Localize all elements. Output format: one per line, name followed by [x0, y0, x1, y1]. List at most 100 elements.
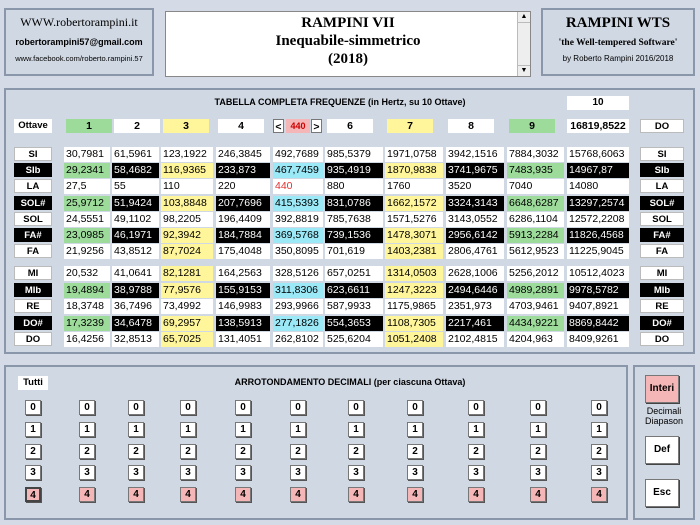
title-scrollbar[interactable]: ▲ ▼ [517, 12, 530, 76]
round-col2-4-button[interactable]: 4 [128, 487, 144, 502]
round-col5-4-button[interactable]: 4 [290, 487, 306, 502]
freq-cell: 73,4992 [161, 299, 213, 314]
round-col7-1-button[interactable]: 1 [407, 422, 423, 437]
round-col9-1-button[interactable]: 1 [530, 422, 546, 437]
round-col5-3-button[interactable]: 3 [290, 465, 306, 480]
octave-count-field[interactable]: 10 [567, 96, 629, 110]
round-col3-1-button[interactable]: 1 [180, 422, 196, 437]
round-col9-4-button[interactable]: 4 [530, 487, 546, 502]
round-col10-1-button[interactable]: 1 [591, 422, 607, 437]
round-col8-0-button[interactable]: 0 [468, 400, 484, 415]
round-col4-2-button[interactable]: 2 [235, 444, 251, 459]
round-col9-2-button[interactable]: 2 [530, 444, 546, 459]
round-col2-2-button[interactable]: 2 [128, 444, 144, 459]
round-col6-2-button[interactable]: 2 [348, 444, 364, 459]
title-line3: (2018) [328, 51, 368, 67]
note-label-left: MIb [14, 283, 52, 297]
note-label-right: MI [640, 266, 684, 280]
round-col3-4-button[interactable]: 4 [180, 487, 196, 502]
round-col8-1-button[interactable]: 1 [468, 422, 484, 437]
round-col8-2-button[interactable]: 2 [468, 444, 484, 459]
round-col8-4-button[interactable]: 4 [468, 487, 484, 502]
freq-cell: 4434,9221 [507, 316, 564, 331]
freq-cell: 17,3239 [64, 316, 110, 331]
round-col7-3-button[interactable]: 3 [407, 465, 423, 480]
freq-cell: 9978,5782 [567, 283, 629, 298]
freq-cell: 1571,5276 [385, 212, 443, 227]
tutti-label: Tutti [18, 376, 48, 390]
freq-cell: 8409,9261 [567, 332, 629, 347]
round-col5-0-button[interactable]: 0 [290, 400, 306, 415]
octave-header-6: 6 [327, 119, 373, 133]
freq-cell: 467,7459 [273, 163, 323, 178]
facebook-link[interactable]: www.facebook.com/roberto.rampini.57 [6, 54, 152, 63]
round-col1-4-button[interactable]: 4 [79, 487, 95, 502]
scroll-down-arrow-icon[interactable]: ▼ [518, 65, 530, 76]
diapason-prev-button[interactable]: < [273, 119, 284, 133]
freq-cell: 116,9365 [161, 163, 213, 178]
freq-cell: 18,3748 [64, 299, 110, 314]
round-all-1-button[interactable]: 1 [25, 422, 41, 437]
round-col7-2-button[interactable]: 2 [407, 444, 423, 459]
scroll-up-arrow-icon[interactable]: ▲ [518, 12, 530, 23]
email-link[interactable]: robertorampini57@gmail.com [6, 37, 152, 47]
round-col1-1-button[interactable]: 1 [79, 422, 95, 437]
round-col5-2-button[interactable]: 2 [290, 444, 306, 459]
freq-cell: 1175,9865 [385, 299, 443, 314]
round-col10-4-button[interactable]: 4 [591, 487, 607, 502]
round-col10-0-button[interactable]: 0 [591, 400, 607, 415]
round-col3-0-button[interactable]: 0 [180, 400, 196, 415]
round-col6-3-button[interactable]: 3 [348, 465, 364, 480]
round-col4-3-button[interactable]: 3 [235, 465, 251, 480]
interi-button[interactable]: Interi [645, 375, 679, 403]
brand-credit: by Roberto Rampini 2016/2018 [562, 54, 674, 63]
round-col8-3-button[interactable]: 3 [468, 465, 484, 480]
round-col9-0-button[interactable]: 0 [530, 400, 546, 415]
freq-cell: 2351,973 [446, 299, 504, 314]
round-col10-2-button[interactable]: 2 [591, 444, 607, 459]
round-col2-3-button[interactable]: 3 [128, 465, 144, 480]
round-col7-0-button[interactable]: 0 [407, 400, 423, 415]
def-button[interactable]: Def [645, 436, 679, 464]
round-col10-3-button[interactable]: 3 [591, 465, 607, 480]
round-col5-1-button[interactable]: 1 [290, 422, 306, 437]
round-all-2-button[interactable]: 2 [25, 444, 41, 459]
round-col6-1-button[interactable]: 1 [348, 422, 364, 437]
round-col9-3-button[interactable]: 3 [530, 465, 546, 480]
freq-cell: 131,4051 [216, 332, 270, 347]
round-col3-3-button[interactable]: 3 [180, 465, 196, 480]
freq-cell: 1478,3071 [385, 228, 443, 243]
freq-cell: 12572,2208 [567, 212, 629, 227]
freq-cell: 11826,4568 [567, 228, 629, 243]
freq-cell: 392,8819 [273, 212, 323, 227]
freq-cell: 2494,6446 [446, 283, 504, 298]
round-all-0-button[interactable]: 0 [25, 400, 41, 415]
round-all-3-button[interactable]: 3 [25, 465, 41, 480]
freq-cell: 207,7696 [216, 196, 270, 211]
freq-cell: 5913,2284 [507, 228, 564, 243]
round-col1-2-button[interactable]: 2 [79, 444, 95, 459]
round-col2-1-button[interactable]: 1 [128, 422, 144, 437]
freq-cell: 233,873 [216, 163, 270, 178]
freq-cell: 277,1826 [273, 316, 323, 331]
site-link[interactable]: WWW.robertorampini.it [6, 15, 152, 30]
round-col6-4-button[interactable]: 4 [348, 487, 364, 502]
diapason-field[interactable]: 440 [286, 119, 310, 133]
round-col7-4-button[interactable]: 4 [407, 487, 423, 502]
round-col4-4-button[interactable]: 4 [235, 487, 251, 502]
round-all-4-button[interactable]: 4 [25, 487, 41, 502]
round-col6-0-button[interactable]: 0 [348, 400, 364, 415]
round-col3-2-button[interactable]: 2 [180, 444, 196, 459]
round-col1-3-button[interactable]: 3 [79, 465, 95, 480]
freq-cell: 4703,9461 [507, 299, 564, 314]
octave-header-9: 9 [509, 119, 555, 133]
freq-cell: 138,5913 [216, 316, 270, 331]
diapason-next-button[interactable]: > [311, 119, 322, 133]
esc-button[interactable]: Esc [645, 479, 679, 507]
round-col4-0-button[interactable]: 0 [235, 400, 251, 415]
round-col4-1-button[interactable]: 1 [235, 422, 251, 437]
round-col1-0-button[interactable]: 0 [79, 400, 95, 415]
decimali-label: Decimali [646, 406, 682, 416]
freq-cell: 123,1922 [161, 147, 213, 162]
round-col2-0-button[interactable]: 0 [128, 400, 144, 415]
